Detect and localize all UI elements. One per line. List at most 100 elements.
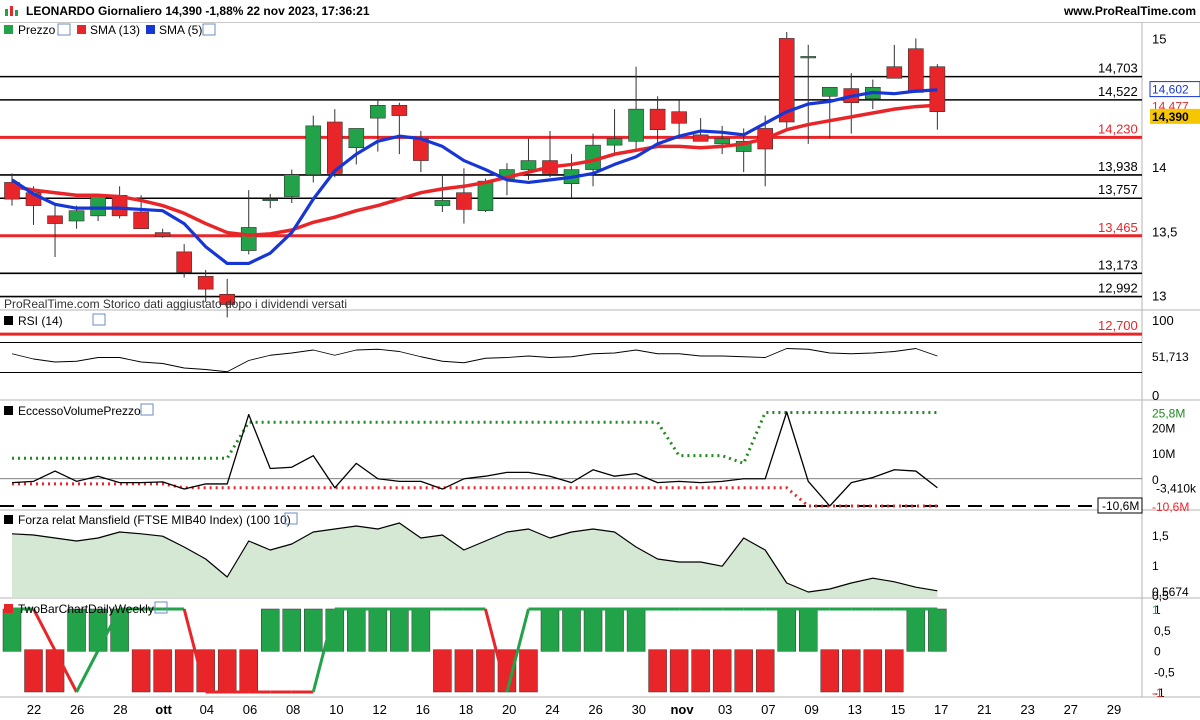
twobar-bar — [863, 649, 883, 693]
twobar-bar — [282, 608, 302, 652]
evp-legend-label: EccessoVolumePrezzo — [18, 404, 141, 418]
candle-body — [370, 104, 386, 119]
twobar-bar — [304, 608, 323, 652]
x-tick-label: 06 — [243, 702, 257, 717]
mansfield-last-label: 0,5674 — [1152, 585, 1189, 599]
data-note: ProRealTime.com Storico dati aggiustato … — [4, 297, 347, 311]
twobar-bar — [24, 649, 43, 693]
twobar-bar — [153, 649, 172, 693]
price-legend-label: Prezzo — [18, 23, 56, 37]
level-label-6: 13,173 — [1098, 257, 1138, 272]
twobar-bar — [45, 649, 65, 693]
x-tick-label: 10 — [329, 702, 343, 717]
evp-y-tick: 20M — [1152, 421, 1175, 435]
x-tick-label: 03 — [718, 702, 732, 717]
candle — [606, 109, 623, 155]
candle — [456, 168, 472, 224]
mansfield-area — [12, 523, 938, 598]
x-tick-label: 24 — [545, 702, 559, 717]
sma13-line — [11, 103, 938, 237]
twobar-bar — [928, 608, 947, 652]
candle-body — [628, 108, 644, 142]
x-tick-label: 15 — [891, 702, 905, 717]
twobar-bar — [605, 608, 624, 652]
price-y-tick: 13 — [1152, 289, 1166, 304]
candle-body — [886, 66, 903, 79]
x-tick-label: 08 — [286, 702, 300, 717]
sma13-legend-swatch — [77, 25, 86, 34]
rsi-panel: RSI (14) — [0, 313, 1142, 373]
x-tick-label: 30 — [632, 702, 646, 717]
sma5-last-label: 14,602 — [1149, 81, 1200, 98]
rsi-legend-swatch — [4, 316, 13, 325]
evp-green-last: 25,8M — [1152, 407, 1185, 421]
x-tick-label: 26 — [70, 702, 84, 717]
candle — [628, 66, 644, 152]
twobar-bar — [777, 608, 796, 652]
twobar-bar — [648, 649, 667, 693]
level-label-8: 12,700 — [1098, 318, 1138, 333]
twobar-bar — [691, 649, 710, 693]
x-tick-label: 07 — [761, 702, 775, 717]
level-label-0: 14,703 — [1098, 61, 1138, 76]
candle-body — [649, 108, 666, 131]
x-tick-label: 09 — [804, 702, 818, 717]
twobar-bar — [131, 649, 151, 693]
candle-body — [68, 210, 85, 222]
evp-panel: -10,6M EccessoVolumePrezzo — [0, 403, 1143, 514]
twobar-bar — [368, 608, 388, 652]
candle — [929, 64, 946, 130]
twobar-bar — [669, 649, 689, 693]
level-label-1: 14,522 — [1098, 84, 1138, 99]
candle — [800, 44, 817, 144]
sma5-legend-label: SMA (5) — [159, 23, 202, 37]
twobar-bar — [712, 649, 732, 693]
twobar-bar — [519, 649, 538, 693]
candle-body — [176, 251, 192, 273]
wrench-icon[interactable] — [92, 313, 106, 326]
close-last-label-text: 14,390 — [1152, 110, 1189, 124]
level-label-7: 12,992 — [1098, 281, 1138, 296]
candle-body — [456, 192, 472, 210]
candle — [240, 190, 257, 255]
candle-body — [477, 180, 494, 212]
twobar-bar — [390, 608, 409, 652]
level-label-3: 13,938 — [1098, 159, 1138, 174]
candle — [908, 38, 924, 93]
x-tick-label: ott — [155, 702, 172, 717]
level-label-2: 14,230 — [1098, 121, 1138, 136]
price-y-tick: 13,5 — [1152, 224, 1177, 239]
twobar-bar — [842, 649, 861, 693]
twobar-bar — [755, 649, 775, 693]
price-legend-swatch — [4, 25, 13, 34]
twobar-bar — [562, 608, 581, 652]
twobar-bar — [820, 649, 840, 693]
wrench-icon[interactable] — [140, 403, 154, 416]
twobar-bar — [174, 649, 194, 693]
x-tick-label: 04 — [200, 702, 214, 717]
twobar-bar — [476, 649, 495, 693]
x-tick-label: 13 — [848, 702, 862, 717]
twobar-legend-swatch — [4, 604, 13, 613]
candle-body — [671, 111, 687, 124]
candle-body — [305, 125, 322, 176]
twobar-bar — [885, 649, 904, 693]
x-axis: 22 26 28 ott 04 06 08 10 12 16 18 20 24 26 30 nov 03 07 09… — [27, 702, 1121, 717]
twobar-legend-label: TwoBarChartDailyWeekly — [18, 602, 154, 616]
candle — [821, 86, 838, 139]
candle-body — [520, 160, 537, 170]
mansfield-panel: Forza relat Mansfield (FTSE MIB40 Index)… — [11, 512, 938, 598]
x-tick-label: nov — [670, 702, 694, 717]
evp-red-last: -10,6M — [1152, 500, 1189, 514]
twobar-y-tick: -0,5 — [1154, 665, 1175, 679]
wrench-icon[interactable] — [57, 23, 71, 36]
twobar-y-tick: 0 — [1154, 645, 1161, 659]
evp-legend-swatch — [4, 406, 13, 415]
evp-black-last: -3,410k — [1156, 482, 1197, 496]
candle — [4, 173, 20, 206]
twobar-last-down: -1 — [1152, 686, 1163, 700]
close-last-label: 14,390 — [1150, 108, 1200, 124]
twobar-bar — [239, 649, 258, 693]
twobar-bar — [347, 608, 366, 652]
wrench-icon[interactable] — [202, 23, 216, 36]
